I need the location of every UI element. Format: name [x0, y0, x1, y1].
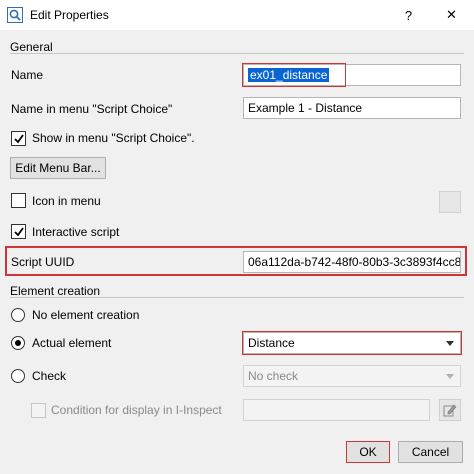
condition-checkbox[interactable] — [31, 403, 46, 418]
interactive-script-checkbox[interactable] — [11, 224, 26, 239]
general-divider — [10, 53, 464, 54]
show-in-menu-label: Show in menu "Script Choice". — [32, 131, 195, 145]
interactive-script-label: Interactive script — [32, 225, 120, 239]
no-element-label: No element creation — [32, 308, 140, 322]
general-section-title: General — [10, 40, 53, 54]
element-creation-section-title: Element creation — [10, 284, 101, 298]
chevron-down-icon — [446, 374, 454, 379]
help-button[interactable]: ? — [386, 0, 431, 30]
radio-selected-dot — [15, 340, 21, 346]
menu-icon-picker-button[interactable] — [439, 191, 461, 213]
icon-in-menu-label: Icon in menu — [32, 194, 101, 208]
uuid-label: Script UUID — [11, 255, 75, 269]
actual-element-highlight — [242, 331, 462, 355]
check-radio[interactable] — [11, 369, 25, 383]
window-title: Edit Properties — [30, 8, 109, 22]
icon-in-menu-checkbox[interactable] — [11, 193, 26, 208]
check-dropdown[interactable]: No check — [243, 365, 461, 387]
close-button[interactable]: ✕ — [429, 0, 474, 30]
check-value: No check — [248, 369, 299, 383]
show-in-menu-checkbox[interactable] — [11, 131, 26, 146]
no-element-radio[interactable] — [11, 308, 25, 322]
title-bar: Edit Properties ? ✕ — [0, 0, 474, 30]
menu-name-label: Name in menu "Script Choice" — [11, 102, 173, 116]
actual-element-radio[interactable] — [11, 336, 25, 350]
pencil-icon — [443, 404, 457, 417]
edit-condition-button[interactable] — [439, 399, 461, 421]
magnifier-app-icon — [7, 7, 23, 23]
condition-label: Condition for display in I-Inspect — [51, 403, 222, 417]
cancel-button[interactable]: Cancel — [398, 441, 463, 463]
check-label: Check — [32, 369, 67, 383]
edit-menu-bar-button[interactable]: Edit Menu Bar... — [10, 157, 106, 179]
actual-element-label: Actual element — [32, 336, 112, 350]
element-creation-divider — [10, 297, 464, 298]
menu-name-field[interactable]: Example 1 - Distance — [243, 97, 461, 119]
condition-field[interactable] — [243, 399, 430, 421]
name-highlight — [242, 63, 346, 87]
ok-button[interactable]: OK — [346, 441, 390, 463]
uuid-field[interactable]: 06a112da-b742-48f0-80b3-3c3893f4cc8a — [243, 251, 461, 273]
name-label: Name — [11, 68, 44, 82]
